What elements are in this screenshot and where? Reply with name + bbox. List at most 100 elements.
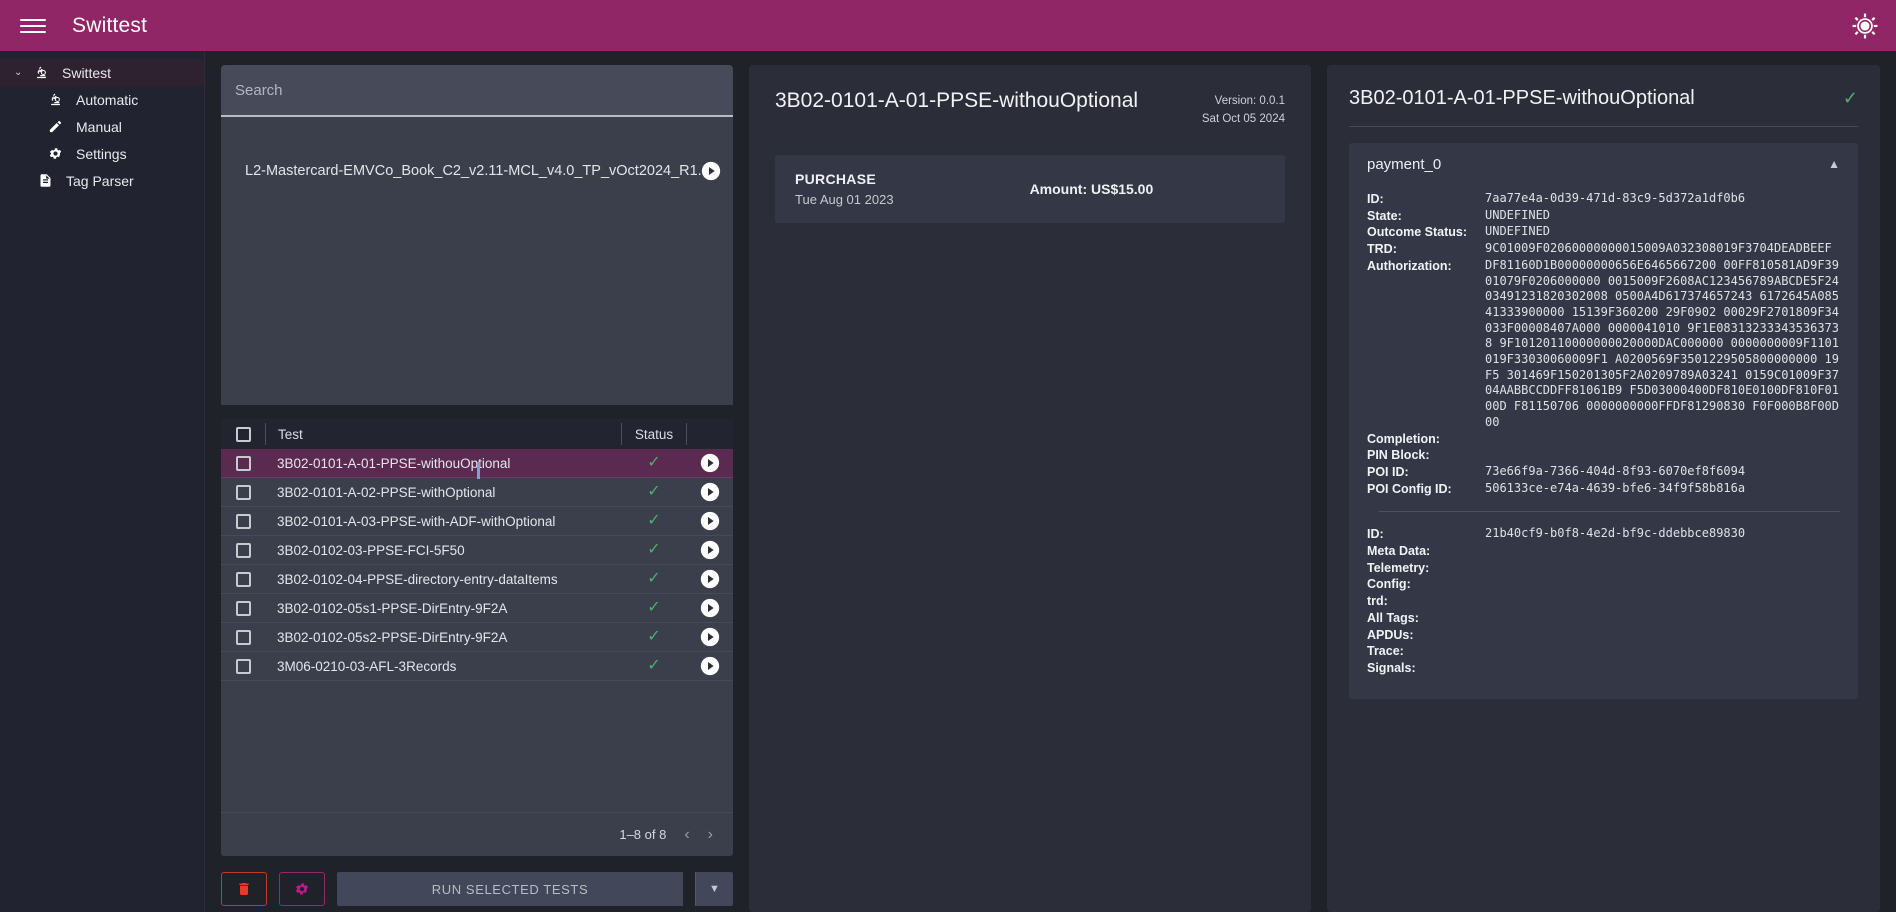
tests-table: Test Status 3B02-0101-A-01-PPSE-withouOp…	[221, 419, 733, 856]
run-test-button[interactable]	[687, 569, 733, 589]
chevron-left-icon[interactable]: ‹	[684, 826, 689, 844]
table-row[interactable]: 3M06-0210-03-AFL-3Records ✓	[221, 652, 733, 681]
select-all-checkbox[interactable]	[235, 426, 251, 442]
table-row[interactable]: 3B02-0101-A-01-PPSE-withouOptional ✓	[221, 449, 733, 479]
sidebar-item-swittest[interactable]: ⌄ Swittest	[0, 59, 204, 86]
file-list: L2-Mastercard-EMVCo_Book_C2_v2.11-MCL_v4…	[221, 117, 733, 405]
run-options-caret-down-icon[interactable]: ▼	[695, 872, 733, 906]
play-circle-icon[interactable]	[700, 656, 720, 676]
table-row[interactable]: 3B02-0102-04-PPSE-directory-entry-dataIt…	[221, 565, 733, 594]
test-name[interactable]: 3M06-0210-03-AFL-3Records	[265, 659, 621, 674]
detail-field-label: POI Config ID:	[1367, 481, 1452, 496]
chevron-up-icon[interactable]: ▲	[1828, 157, 1840, 171]
row-checkbox[interactable]	[235, 513, 251, 529]
detail-field: Trace:	[1367, 643, 1840, 660]
play-circle-icon[interactable]	[700, 598, 720, 618]
column-header-test[interactable]: Test	[265, 423, 621, 445]
detail-field-label: APDUs:	[1367, 627, 1414, 642]
play-circle-icon[interactable]	[700, 540, 720, 560]
payment-accordion-body: ID: 7aa77e4a-0d39-471d-83c9-5d372a1df0b6 S…	[1349, 185, 1858, 699]
test-name[interactable]: 3B02-0101-A-02-PPSE-withOptional	[265, 485, 621, 500]
chevron-down-icon: ⌄	[14, 67, 23, 78]
payment-accordion-title: payment_0	[1367, 155, 1442, 173]
run-test-button[interactable]	[687, 627, 733, 647]
app-root: Swittest ⌄ Swittest Automatic Manual Set…	[0, 0, 1896, 912]
detail-field-label: POI ID:	[1367, 464, 1409, 479]
detail-field: Outcome Status: UNDEFINED	[1367, 224, 1840, 241]
test-config-button[interactable]	[279, 872, 325, 906]
run-test-button[interactable]	[687, 482, 733, 502]
document-icon	[32, 173, 58, 188]
test-name[interactable]: 3B02-0101-A-03-PPSE-with-ADF-withOptiona…	[265, 514, 621, 529]
brightness-icon[interactable]	[1852, 13, 1878, 39]
detail-field-label: Signals:	[1367, 660, 1416, 675]
row-select-cell	[221, 629, 265, 645]
row-checkbox[interactable]	[235, 455, 251, 471]
detail-field-label: Config:	[1367, 577, 1411, 592]
transaction-card[interactable]: PURCHASE Tue Aug 01 2023 Amount: US$15.0…	[775, 154, 1285, 223]
table-body: 3B02-0101-A-01-PPSE-withouOptional ✓ 3B02-…	[221, 449, 733, 681]
row-checkbox[interactable]	[235, 571, 251, 587]
row-select-cell	[221, 484, 265, 500]
play-circle-icon[interactable]	[700, 453, 720, 473]
run-test-button[interactable]	[687, 656, 733, 676]
run-test-button[interactable]	[687, 540, 733, 560]
delete-button[interactable]	[221, 872, 267, 906]
detail-title: 3B02-0101-A-01-PPSE-withouOptional	[1349, 87, 1695, 109]
play-circle-icon[interactable]	[700, 511, 720, 531]
play-circle-icon[interactable]	[700, 482, 720, 502]
body-row: ⌄ Swittest Automatic Manual Settings Tag…	[0, 51, 1896, 912]
test-name[interactable]: 3B02-0102-05s2-PPSE-DirEntry-9F2A	[265, 630, 621, 645]
play-circle-icon[interactable]	[700, 569, 720, 589]
detail-panel: 3B02-0101-A-01-PPSE-withouOptional ✓ pay…	[1327, 65, 1880, 912]
sidebar-item-manual[interactable]: Manual	[0, 113, 204, 140]
run-test-button[interactable]	[687, 598, 733, 618]
row-checkbox[interactable]	[235, 600, 251, 616]
status-cell: ✓	[621, 513, 687, 529]
table-row[interactable]: 3B02-0101-A-03-PPSE-with-ADF-withOptiona…	[221, 507, 733, 536]
test-name[interactable]: 3B02-0102-04-PPSE-directory-entry-dataIt…	[265, 572, 621, 587]
play-circle-icon[interactable]	[701, 161, 721, 181]
transaction-date: Tue Aug 01 2023	[795, 191, 894, 207]
sidebar-item-automatic[interactable]: Automatic	[0, 86, 204, 113]
detail-field: ID: 21b40cf9-b0f8-4e2d-bf9c-ddebbce89830	[1367, 526, 1840, 543]
test-name[interactable]: 3B02-0101-A-01-PPSE-withouOptional	[265, 456, 621, 479]
payment-accordion-header[interactable]: payment_0 ▲	[1349, 143, 1858, 185]
test-name[interactable]: 3B02-0102-05s1-PPSE-DirEntry-9F2A	[265, 601, 621, 616]
check-icon: ✓	[647, 454, 661, 471]
divider	[1379, 511, 1840, 513]
table-row[interactable]: 3B02-0102-05s2-PPSE-DirEntry-9F2A ✓	[221, 623, 733, 652]
primary-fields: ID: 7aa77e4a-0d39-471d-83c9-5d372a1df0b6 S…	[1367, 191, 1840, 497]
run-test-button[interactable]	[687, 453, 733, 473]
search-input[interactable]	[235, 81, 719, 99]
detail-field-value: 73e66f9a-7366-404d-8f93-6070ef8f6094	[1485, 463, 1746, 478]
app-title: Swittest	[72, 13, 148, 37]
run-selected-tests-button[interactable]: RUN SELECTED TESTS	[337, 872, 683, 906]
status-cell: ✓	[621, 542, 687, 558]
table-row[interactable]: 3B02-0102-05s1-PPSE-DirEntry-9F2A ✓	[221, 594, 733, 623]
play-circle-icon[interactable]	[700, 627, 720, 647]
detail-field-value: 506133ce-e74a-4639-bfe6-34f9f58b816a	[1485, 480, 1746, 495]
row-checkbox[interactable]	[235, 658, 251, 674]
topbar-actions	[1852, 13, 1878, 39]
column-header-status[interactable]: Status	[621, 423, 687, 445]
table-row[interactable]: 3B02-0101-A-02-PPSE-withOptional ✓	[221, 478, 733, 507]
row-checkbox[interactable]	[235, 542, 251, 558]
search-field[interactable]	[221, 65, 733, 117]
table-row[interactable]: 3B02-0102-03-PPSE-FCI-5F50 ✓	[221, 536, 733, 565]
test-name[interactable]: 3B02-0102-03-PPSE-FCI-5F50	[265, 543, 621, 558]
pencil-icon	[42, 119, 68, 134]
row-checkbox[interactable]	[235, 484, 251, 500]
list-item[interactable]: L2-Mastercard-EMVCo_Book_C2_v2.11-MCL_v4…	[221, 157, 733, 185]
chevron-right-icon[interactable]: ›	[708, 826, 713, 844]
detail-field: Completion:	[1367, 431, 1840, 448]
hamburger-icon[interactable]	[20, 15, 46, 37]
detail-field: Config:	[1367, 576, 1840, 593]
run-test-button[interactable]	[687, 511, 733, 531]
sidebar-item-tag-parser[interactable]: Tag Parser	[0, 167, 204, 194]
detail-field-label: State:	[1367, 208, 1402, 223]
row-checkbox[interactable]	[235, 629, 251, 645]
sidebar-item-settings[interactable]: Settings	[0, 140, 204, 167]
detail-field-label: All Tags:	[1367, 610, 1419, 625]
detail-field: Signals:	[1367, 660, 1840, 677]
